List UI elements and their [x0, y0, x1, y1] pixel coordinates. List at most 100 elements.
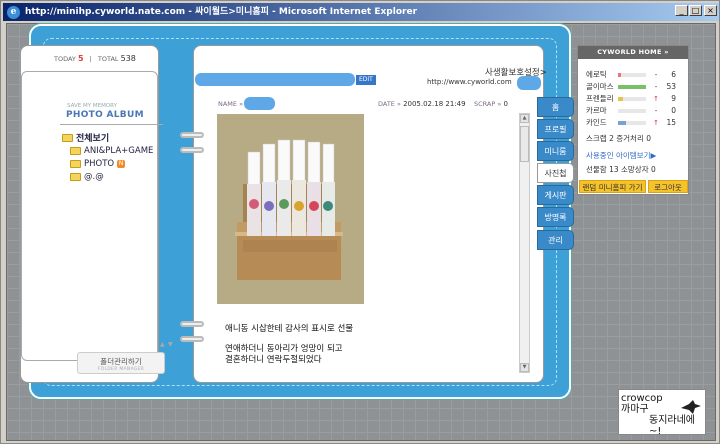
- folder-icon: [70, 147, 81, 155]
- close-button[interactable]: ×: [704, 5, 717, 16]
- folder-label: PHOTO: [84, 159, 115, 169]
- chevron-right-icon: »: [664, 48, 669, 56]
- scroll-down-icon[interactable]: ▼: [520, 363, 529, 372]
- arrow-icon: »: [397, 100, 401, 108]
- today-label: TODAY: [54, 55, 76, 63]
- mood-name: 카르마: [586, 106, 607, 115]
- folder-scroll-up-icon[interactable]: ▲: [160, 341, 165, 348]
- total-label: TOTAL: [97, 55, 119, 63]
- tab-admin[interactable]: 관리: [537, 230, 574, 250]
- crow-icon: [681, 400, 701, 414]
- tab-photo-album[interactable]: 사진첩: [537, 163, 574, 183]
- folder-label: 전체보기: [76, 134, 110, 144]
- folder-label: @.@: [84, 172, 104, 182]
- scroll-up-icon[interactable]: ▲: [520, 114, 529, 123]
- logout-button[interactable]: 로그아웃: [648, 180, 688, 193]
- scroll-thumb[interactable]: [520, 126, 529, 162]
- folder-icon: [70, 160, 81, 168]
- mood-value: 9: [671, 94, 676, 103]
- left-page: [20, 45, 159, 383]
- mood-value: 0: [671, 106, 676, 115]
- today-count: 5: [77, 54, 84, 63]
- binder-ring: [180, 321, 204, 327]
- cyworld-home-label: CYWORLD HOME: [597, 48, 662, 56]
- arrow-icon: »: [239, 100, 244, 108]
- mood-value: 53: [666, 82, 676, 91]
- post-scrollbar[interactable]: ▲ ▼: [519, 113, 530, 373]
- folder-manager-label: 폴더관리하기: [100, 357, 142, 366]
- hompy-url[interactable]: http://www.cyworld.com: [427, 78, 512, 86]
- random-hompy-button[interactable]: 랜덤 미니홈피 가기: [579, 180, 646, 193]
- caption-line-1: 애니동 시삽한테 감사의 표시로 선물: [225, 324, 354, 334]
- mood-row: 카인드 ↑ 15: [586, 117, 686, 128]
- edit-button[interactable]: EDIT: [356, 75, 376, 85]
- mood-bar: [618, 120, 626, 125]
- folder-at-at[interactable]: @.@: [70, 172, 104, 182]
- title-bar: e http://minihp.cyworld.nate.com - 싸이월드>…: [3, 3, 719, 21]
- mood-trend: -: [654, 82, 658, 91]
- tab-guestbook[interactable]: 방명록: [537, 207, 574, 227]
- maximize-button[interactable]: □: [689, 5, 702, 16]
- mood-name: 프렌들리: [586, 94, 614, 103]
- mood-value: 6: [671, 70, 676, 79]
- minimize-button[interactable]: _: [675, 5, 688, 16]
- items-in-use-link[interactable]: 사용중인 아이템보기▶: [586, 150, 656, 161]
- tab-miniroom[interactable]: 미니룸: [537, 141, 574, 161]
- name-field: NAME »: [218, 100, 243, 108]
- folder-manager-sub: FOLDER MANAGER: [97, 367, 145, 372]
- mood-name: 에로틱: [586, 70, 607, 79]
- scrap-stats: 스크랩 2 증거처리 0: [586, 134, 651, 143]
- folder-photo[interactable]: PHOTO N: [70, 159, 126, 169]
- mood-trend: -: [654, 106, 658, 115]
- folder-all[interactable]: 전체보기: [62, 131, 109, 144]
- tab-board[interactable]: 게시판: [537, 185, 574, 205]
- mood-bar: [618, 84, 646, 89]
- name-label: NAME: [218, 100, 238, 108]
- binder-ring: [180, 336, 204, 342]
- marker-pens-image: [217, 114, 364, 304]
- folder-scroll-down-icon[interactable]: ▼: [168, 341, 173, 348]
- mood-row: 카르마 - 0: [586, 105, 686, 116]
- visitor-counter: TODAY 5 | TOTAL 538: [54, 54, 136, 63]
- folder-ani-pla-game[interactable]: ANI&PLA+GAME: [70, 146, 153, 156]
- window-title: http://minihp.cyworld.nate.com - 싸이월드>미니…: [25, 7, 418, 17]
- divider: [60, 124, 163, 125]
- mood-bar: [618, 72, 621, 77]
- mood-trend: ↑: [653, 118, 659, 127]
- photo-album-title: PHOTO ALBUM: [66, 110, 144, 120]
- arrow-icon: »: [497, 100, 502, 108]
- url-bar: [517, 76, 541, 90]
- author-name-bar: [244, 97, 275, 110]
- folder-icon: [62, 133, 73, 142]
- total-count: 538: [120, 54, 136, 63]
- mood-row: 프렌들리 ↑ 9: [586, 93, 686, 104]
- folder-icon: [70, 173, 81, 181]
- date-field: DATE » 2005.02.18 21:49: [378, 100, 466, 108]
- mood-row: 에로틱 - 6: [586, 69, 686, 80]
- folder-label: ANI&PLA+GAME: [84, 146, 154, 156]
- hompy-title-bar: [195, 73, 355, 86]
- folder-manager-button[interactable]: 폴더관리하기 FOLDER MANAGER: [77, 352, 165, 374]
- scrap-field: SCRAP » 0: [474, 100, 508, 108]
- post-photo[interactable]: [217, 114, 364, 304]
- watermark-line-3: 동지라네에~!: [649, 415, 695, 437]
- watermark: crowcop 까마구 동지라네에~!: [618, 389, 706, 437]
- date-value: 2005.02.18 21:49: [403, 100, 466, 108]
- new-badge: N: [117, 160, 126, 168]
- tab-profile[interactable]: 프로필: [537, 119, 574, 139]
- scrap-count: 0: [503, 100, 508, 108]
- ie-logo-icon: e: [7, 6, 20, 19]
- mood-trend: -: [654, 70, 658, 79]
- mood-bar: [618, 96, 623, 101]
- save-memory-label: SAVE MY MEMORY: [67, 103, 117, 109]
- date-label: DATE: [378, 100, 395, 108]
- gift-stats: 선물함 13 소망상자 0: [586, 165, 656, 174]
- scrap-label: SCRAP: [474, 100, 496, 108]
- mood-trend: ↑: [653, 94, 659, 103]
- tab-home[interactable]: 홈: [537, 97, 574, 117]
- mood-value: 15: [666, 118, 676, 127]
- cyworld-home-button[interactable]: CYWORLD HOME »: [578, 46, 688, 59]
- mood-row: 골이마스 - 53: [586, 81, 686, 92]
- mood-name: 카인드: [586, 118, 607, 127]
- counter-divider: |: [89, 55, 92, 63]
